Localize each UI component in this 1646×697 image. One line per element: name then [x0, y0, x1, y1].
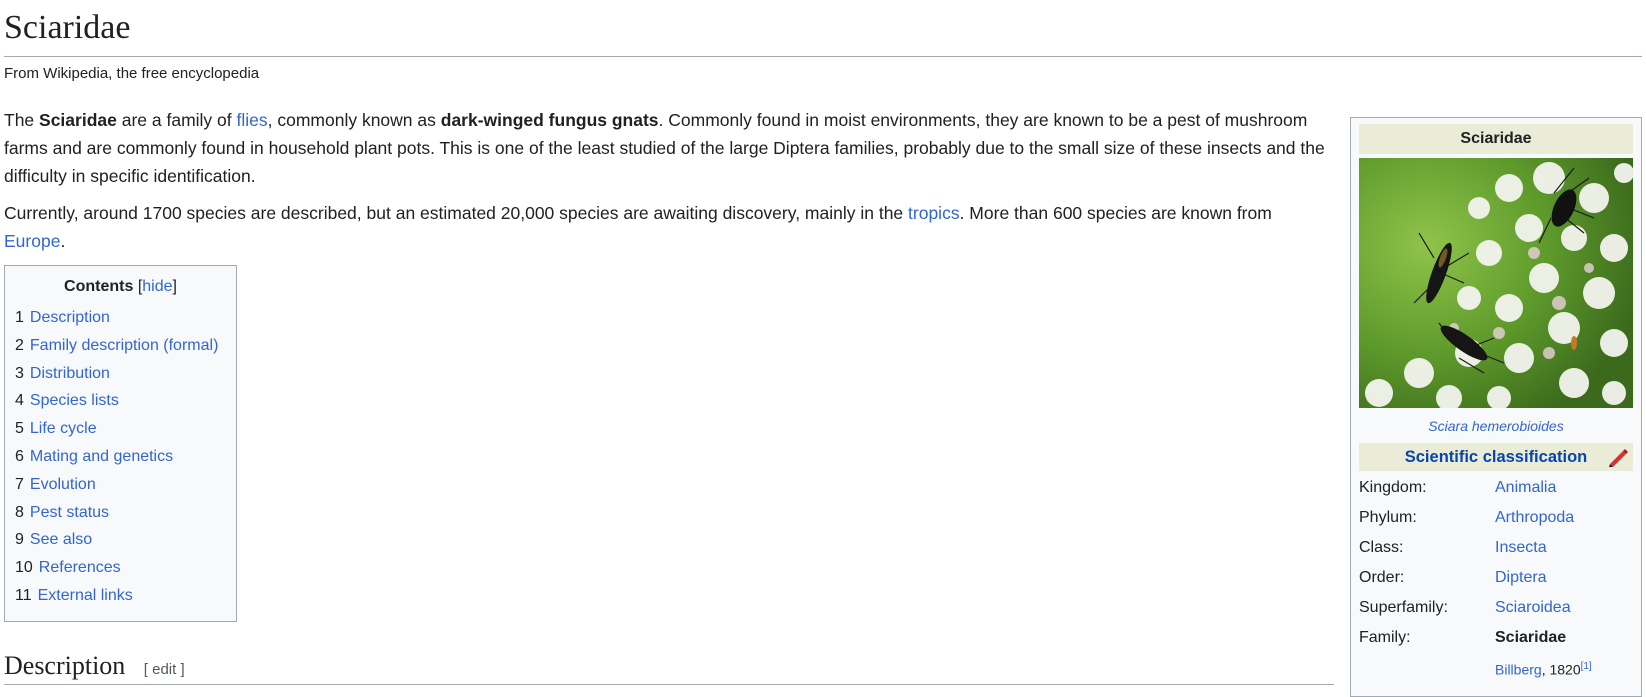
- toc-item-number: 8: [15, 503, 24, 521]
- toc-item-number: 10: [15, 559, 33, 577]
- toc-item[interactable]: 1 Description: [15, 304, 236, 332]
- toc-item-link[interactable]: Life cycle: [30, 420, 97, 437]
- toc-item-number: 5: [15, 420, 24, 438]
- text: , commonly known as: [267, 110, 441, 130]
- article-body: The Sciaridae are a family of flies, com…: [4, 106, 1334, 264]
- toc-item-number: 6: [15, 447, 24, 465]
- toc-item-link[interactable]: Species lists: [30, 392, 119, 409]
- toc-item-link[interactable]: Description: [30, 309, 110, 326]
- toc-item[interactable]: 11 External links: [15, 582, 236, 610]
- taxonomy-rank: Phylum:: [1359, 509, 1417, 526]
- infobox-title: Sciaridae: [1359, 124, 1633, 154]
- table-of-contents: Contents [hide] 1 Description 2 Family desc…: [4, 265, 237, 622]
- link-flies[interactable]: flies: [237, 110, 268, 130]
- pencil-icon[interactable]: [1607, 447, 1629, 476]
- intro-paragraph: The Sciaridae are a family of flies, com…: [4, 106, 1334, 190]
- infobox-image[interactable]: [1359, 158, 1634, 411]
- authority-year: , 1820: [1541, 661, 1581, 678]
- toc-item[interactable]: 6 Mating and genetics: [15, 443, 236, 471]
- toc-item[interactable]: 9 See also: [15, 526, 236, 554]
- toc-list: 1 Description 2 Family description (formal)…: [5, 304, 236, 610]
- taxonomy-rank: Kingdom:: [1359, 479, 1427, 496]
- toc-item[interactable]: 7 Evolution: [15, 471, 236, 499]
- toc-item-link[interactable]: Pest status: [30, 504, 109, 521]
- taxonomy-row: Order: Diptera: [1359, 563, 1633, 593]
- taxonomy-rank: Order:: [1359, 569, 1405, 586]
- taxonomy-row: Family: Sciaridae: [1359, 623, 1633, 653]
- authority-link[interactable]: Billberg: [1495, 662, 1542, 678]
- toc-item-number: 4: [15, 392, 24, 410]
- toc-item[interactable]: 10 References: [15, 554, 236, 582]
- toc-item-number: 9: [15, 531, 24, 549]
- text: The: [4, 110, 40, 130]
- text: . More than 600 species are known from: [959, 203, 1272, 223]
- toc-hide-link[interactable]: hide: [142, 278, 172, 295]
- link-europe[interactable]: Europe: [4, 231, 60, 251]
- taxonomy-rank: Superfamily:: [1359, 599, 1448, 616]
- tagline: From Wikipedia, the free encyclopedia: [4, 65, 260, 82]
- taxonomy-value[interactable]: Animalia: [1495, 473, 1556, 503]
- toc-item-link[interactable]: Distribution: [30, 365, 110, 382]
- taxonomy-rank: Class:: [1359, 539, 1404, 556]
- classification-link[interactable]: Scientific classification: [1405, 448, 1587, 466]
- taxonomy-value: Sciaridae: [1495, 629, 1567, 646]
- toc-item-link[interactable]: References: [39, 559, 121, 576]
- toc-item[interactable]: 3 Distribution: [15, 360, 236, 388]
- bracket: ]: [172, 278, 177, 295]
- bold-term: Sciaridae: [39, 110, 117, 130]
- infobox: Sciaridae Sciara hemerobioides Scientifi…: [1350, 117, 1642, 697]
- toc-item-number: 2: [15, 336, 24, 354]
- taxon-authority: Billberg, 1820[1]: [1495, 661, 1592, 678]
- toc-item-number: 1: [15, 309, 24, 326]
- caption-link[interactable]: Sciara hemerobioides: [1428, 418, 1563, 434]
- taxonomy-row: Class: Insecta: [1359, 533, 1633, 563]
- toc-item-number: 11: [15, 586, 32, 604]
- bold-term: dark-winged fungus gnats: [440, 110, 659, 130]
- section-title: Description: [4, 651, 126, 680]
- taxonomy-value[interactable]: Arthropoda: [1495, 503, 1574, 533]
- reference-link[interactable]: [1]: [1581, 661, 1592, 672]
- toc-title: Contents [hide]: [5, 278, 236, 296]
- insect-photo: [1359, 158, 1634, 411]
- section-heading-description: Description [ edit ]: [4, 648, 1334, 685]
- toc-item[interactable]: 4 Species lists: [15, 387, 236, 415]
- taxonomy-row: Superfamily: Sciaroidea: [1359, 593, 1633, 623]
- taxonomy-value[interactable]: Sciaroidea: [1495, 593, 1571, 623]
- section-edit-link[interactable]: [ edit ]: [144, 661, 185, 678]
- text: are a family of: [116, 110, 237, 130]
- toc-item-number: 3: [15, 364, 24, 382]
- text: .: [60, 231, 66, 251]
- toc-heading: Contents: [64, 278, 134, 295]
- page-title: Sciaridae: [4, 4, 1642, 57]
- infobox-caption: Sciara hemerobioides: [1359, 418, 1633, 434]
- toc-item-link[interactable]: See also: [30, 531, 92, 548]
- toc-item-link[interactable]: Mating and genetics: [30, 448, 173, 465]
- toc-item[interactable]: 8 Pest status: [15, 499, 236, 527]
- toc-item[interactable]: 5 Life cycle: [15, 415, 236, 443]
- toc-item-number: 7: [15, 475, 24, 493]
- toc-item[interactable]: 2 Family description (formal): [15, 332, 236, 360]
- toc-item-link[interactable]: Family description (formal): [30, 337, 218, 354]
- text: Currently, around 1700 species are descr…: [4, 203, 909, 223]
- classification-header: Scientific classification: [1359, 443, 1633, 471]
- taxonomy-row: Phylum: Arthropoda: [1359, 503, 1633, 533]
- taxonomy-value[interactable]: Diptera: [1495, 563, 1547, 593]
- taxonomy-rank: Family:: [1359, 629, 1411, 646]
- taxonomy-value[interactable]: Insecta: [1495, 533, 1547, 563]
- toc-item-link[interactable]: External links: [38, 587, 133, 604]
- second-paragraph: Currently, around 1700 species are descr…: [4, 199, 1334, 255]
- link-tropics[interactable]: tropics: [908, 203, 960, 223]
- toc-item-link[interactable]: Evolution: [30, 476, 96, 493]
- taxonomy-row: Kingdom: Animalia: [1359, 473, 1633, 503]
